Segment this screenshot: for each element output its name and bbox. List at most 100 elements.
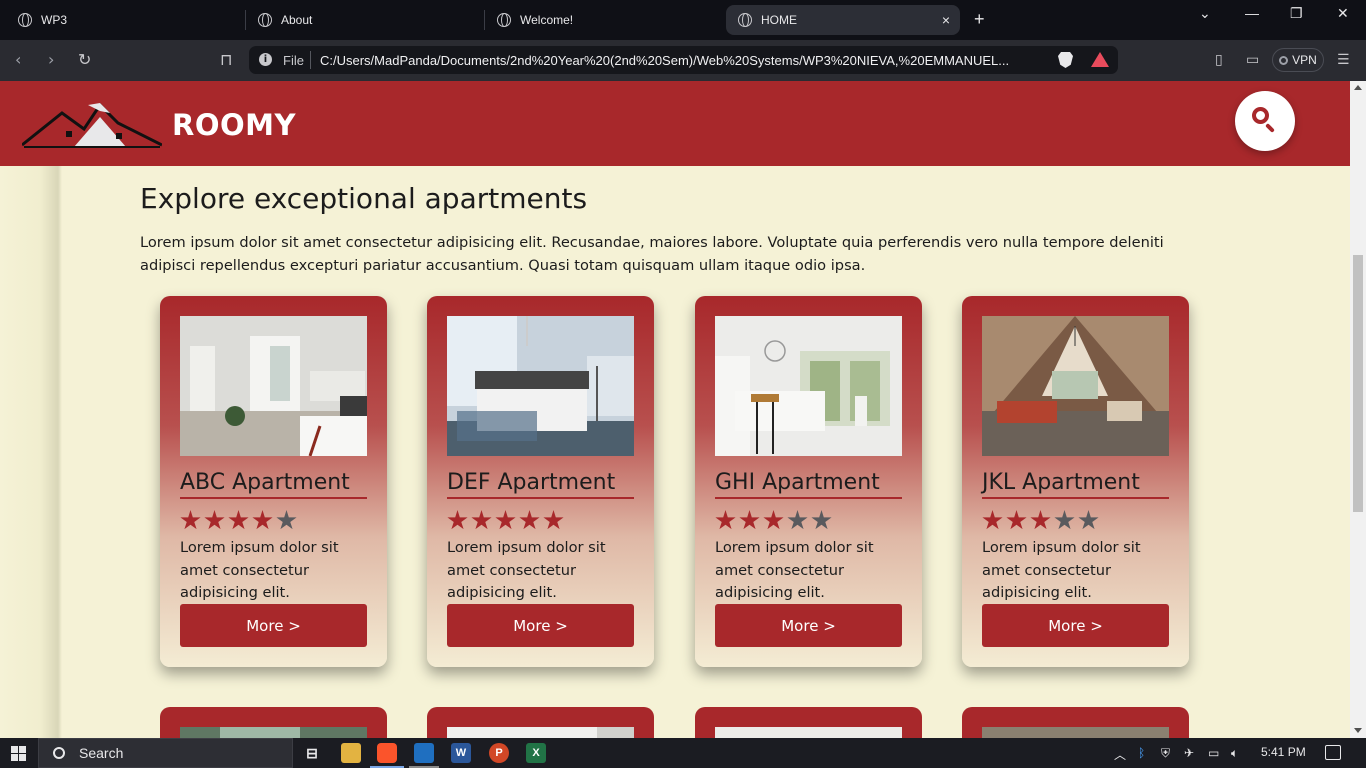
site-header: ROOMY — [0, 81, 1350, 166]
tab-welcome[interactable]: Welcome! — [485, 5, 721, 35]
tab-label: HOME — [761, 13, 797, 27]
reload-icon[interactable]: ↻ — [78, 50, 91, 69]
close-window-icon[interactable]: ✕ — [1337, 5, 1349, 22]
minimize-icon[interactable]: — — [1245, 5, 1259, 21]
page-description: Lorem ipsum dolor sit amet consectetur a… — [140, 234, 1164, 274]
apartment-name: ABC Apartment — [180, 470, 367, 499]
browser-tab-bar: WP3 About Welcome! HOME × + ⌄ — ❐ ✕ — [0, 0, 1366, 40]
page-scrollbar[interactable] — [1350, 81, 1366, 738]
apartment-card-partial — [962, 707, 1189, 738]
star-rating — [715, 510, 832, 531]
apartment-photo — [180, 727, 367, 738]
star-empty-icon — [1054, 510, 1075, 530]
star-filled-icon — [1030, 510, 1051, 530]
wallet-icon[interactable]: ▭ — [1246, 52, 1259, 68]
star-filled-icon — [471, 510, 492, 530]
star-filled-icon — [252, 510, 273, 530]
powerpoint-icon[interactable]: P — [489, 743, 509, 763]
forward-icon[interactable]: › — [48, 50, 54, 69]
volume-icon[interactable]: 🔈︎ — [1231, 746, 1238, 761]
windows-taskbar: Search ⊟ W P X ︿ ᛒ ⛨ ✈ ▭ 🔈︎ 5:41 PM — [0, 738, 1366, 768]
star-filled-icon — [715, 510, 736, 530]
tab-about[interactable]: About — [246, 5, 482, 35]
defender-icon[interactable]: ⛨ — [1161, 746, 1170, 761]
star-filled-icon — [447, 510, 468, 530]
apartment-card: JKL Apartment Lorem ipsum dolor sit amet… — [962, 296, 1189, 667]
house-logo-icon[interactable] — [22, 103, 162, 149]
more-button[interactable]: More > — [180, 604, 367, 647]
apartment-photo — [982, 316, 1169, 456]
tab-wp3[interactable]: WP3 — [6, 5, 242, 35]
apartment-photo — [715, 316, 902, 456]
battery-icon[interactable]: ▭ — [1208, 746, 1219, 760]
scroll-down-icon[interactable] — [1354, 728, 1362, 733]
close-tab-icon[interactable]: × — [942, 12, 950, 28]
tab-home[interactable]: HOME × — [726, 5, 960, 35]
taskbar-clock[interactable]: 5:41 PM — [1261, 745, 1306, 759]
search-button[interactable] — [1235, 91, 1295, 151]
windows-start-icon[interactable] — [11, 746, 26, 761]
url-divider — [310, 51, 311, 69]
taskbar-search-label: Search — [79, 745, 124, 761]
apartment-name: JKL Apartment — [982, 470, 1169, 499]
taskbar-search[interactable]: Search — [38, 738, 293, 768]
apartment-photo — [982, 727, 1169, 738]
star-filled-icon — [228, 510, 249, 530]
star-empty-icon — [811, 510, 832, 530]
star-filled-icon — [543, 510, 564, 530]
menu-icon[interactable]: ☰ — [1337, 52, 1350, 68]
more-button[interactable]: More > — [982, 604, 1169, 647]
url-text[interactable]: C:/Users/MadPanda/Documents/2nd%20Year%2… — [320, 53, 1038, 68]
restore-icon[interactable]: ❐ — [1290, 5, 1303, 22]
airplane-mode-icon[interactable]: ✈ — [1184, 746, 1194, 760]
star-empty-icon — [276, 510, 297, 530]
brave-browser-icon[interactable] — [377, 743, 397, 763]
star-filled-icon — [739, 510, 760, 530]
task-view-icon[interactable]: ⊟ — [302, 743, 322, 763]
apartment-name: GHI Apartment — [715, 470, 902, 499]
tab-search-chevron-icon[interactable]: ⌄ — [1199, 5, 1211, 22]
back-icon[interactable]: ‹ — [15, 50, 21, 69]
star-rating — [447, 510, 564, 531]
brand-name[interactable]: ROOMY — [172, 108, 296, 142]
vpn-label: VPN — [1292, 53, 1317, 67]
more-button[interactable]: More > — [715, 604, 902, 647]
apartment-photo — [715, 727, 902, 738]
excel-icon[interactable]: X — [526, 743, 546, 763]
star-empty-icon — [787, 510, 808, 530]
scrollbar-thumb[interactable] — [1353, 255, 1363, 512]
notifications-icon[interactable] — [1325, 745, 1341, 760]
apartment-photo — [180, 316, 367, 456]
star-filled-icon — [763, 510, 784, 530]
vpn-button[interactable]: VPN — [1272, 48, 1324, 72]
brave-rewards-icon[interactable] — [1091, 52, 1109, 67]
apartment-card: DEF Apartment Lorem ipsum dolor sit amet… — [427, 296, 654, 667]
info-icon[interactable]: i — [259, 53, 272, 66]
scroll-up-icon[interactable] — [1354, 85, 1362, 90]
page-title: Explore exceptional apartments — [140, 182, 588, 215]
globe-icon — [738, 13, 752, 27]
file-scheme-label: File — [283, 53, 304, 68]
word-icon[interactable]: W — [451, 743, 471, 763]
vscode-icon[interactable] — [414, 743, 434, 763]
bluetooth-icon[interactable]: ᛒ — [1138, 746, 1145, 760]
new-tab-button[interactable]: + — [974, 9, 985, 30]
star-empty-icon — [1078, 510, 1099, 530]
tab-label: WP3 — [41, 13, 68, 27]
star-filled-icon — [180, 510, 201, 530]
apartment-description: Lorem ipsum dolor sit amet consectetur a… — [180, 539, 339, 601]
vpn-status-icon — [1279, 55, 1289, 65]
star-rating — [180, 510, 297, 531]
bookmark-icon[interactable]: ⊓ — [220, 50, 232, 69]
apartment-photo — [447, 727, 634, 738]
apartment-card-partial — [160, 707, 387, 738]
apartment-card: ABC Apartment Lorem ipsum dolor sit amet… — [160, 296, 387, 667]
file-explorer-icon[interactable] — [341, 743, 361, 763]
search-icon — [53, 747, 65, 759]
star-rating — [982, 510, 1099, 531]
star-filled-icon — [1006, 510, 1027, 530]
tray-chevron-icon[interactable]: ︿ — [1114, 746, 1126, 763]
sidebar-icon[interactable]: ▯ — [1215, 52, 1223, 68]
web-page: ROOMY Explore exceptional apartments Lor… — [0, 81, 1350, 738]
more-button[interactable]: More > — [447, 604, 634, 647]
